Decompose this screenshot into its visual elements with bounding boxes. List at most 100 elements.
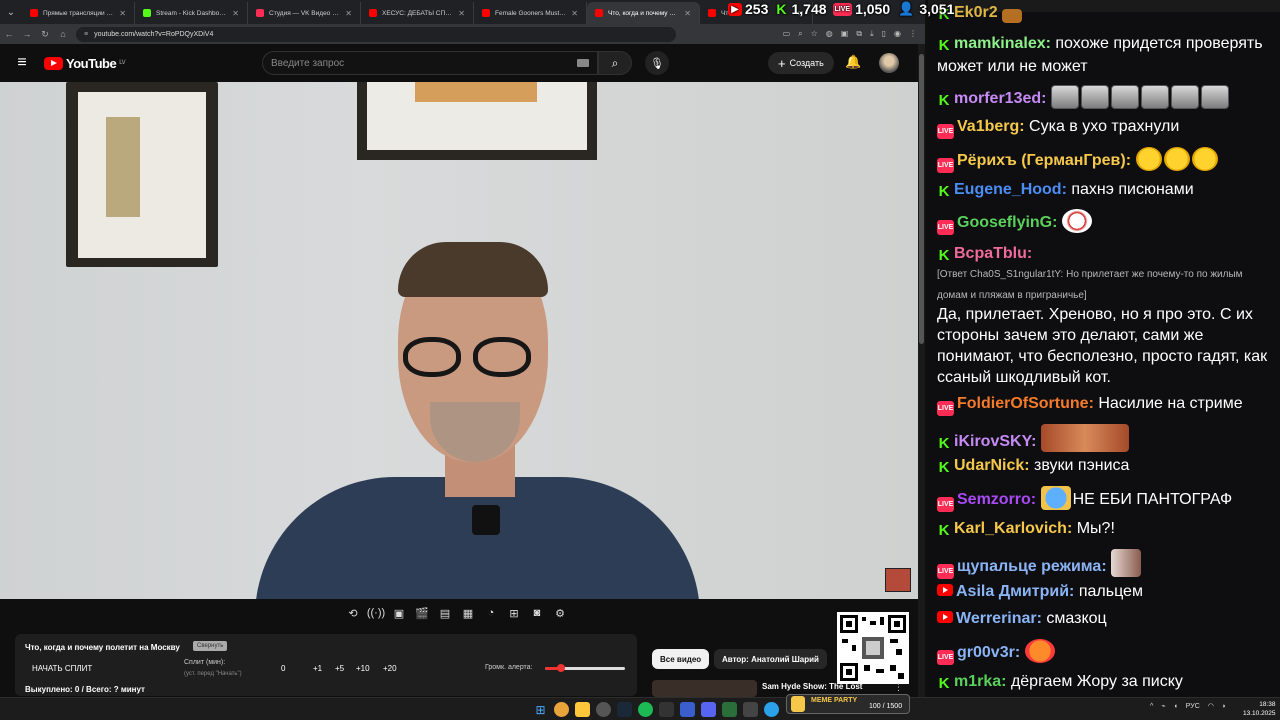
scrollbar-thumb[interactable] <box>919 54 924 344</box>
chat-username[interactable]: iKirovSKY <box>954 433 1031 450</box>
create-button[interactable]: + Создать <box>768 52 834 74</box>
discord-icon[interactable] <box>701 702 716 717</box>
home-icon[interactable]: ⌂ <box>54 29 72 39</box>
chat-username[interactable]: BcpaTblu <box>954 245 1027 262</box>
speaker-icon[interactable]: ◗ <box>1222 703 1226 710</box>
reload-icon[interactable]: ↻ <box>36 29 54 40</box>
tab-close-icon[interactable]: ✕ <box>684 9 691 18</box>
settings-screen-icon[interactable]: ▣ <box>391 606 407 620</box>
browser-tab[interactable]: Stream - Kick Dashboard ✕ <box>135 2 248 24</box>
app-icon-4[interactable] <box>743 702 758 717</box>
gear-icon[interactable]: ⚙ <box>552 606 568 620</box>
app-icon-3[interactable] <box>722 702 737 717</box>
menu-kebab-icon[interactable]: ⋮ <box>909 29 917 39</box>
windows-start-icon[interactable]: ⊞ <box>533 702 548 717</box>
chat-username[interactable]: Va1berg <box>957 118 1019 135</box>
chat-username[interactable]: Werrerinar <box>956 610 1037 627</box>
network-icon[interactable]: ⌁ <box>1161 702 1165 710</box>
chat-username[interactable]: gr00v3r <box>957 644 1015 661</box>
picture-in-picture-icon[interactable]: ▤ <box>437 606 453 620</box>
browser-tab[interactable]: Female Gooners Must Be Str ✕ <box>474 2 587 24</box>
cinema-mode-icon[interactable]: ▦ <box>460 606 476 620</box>
bookmark-icon[interactable]: ☆ <box>811 29 818 39</box>
increment-button-5[interactable]: +5 <box>335 664 344 673</box>
steam-icon[interactable] <box>617 702 632 717</box>
chat-username[interactable]: Semzorro <box>957 491 1031 508</box>
back-icon[interactable]: ← <box>0 29 18 39</box>
spotify-icon[interactable] <box>638 702 653 717</box>
wifi-icon[interactable]: ◠ <box>1208 702 1214 710</box>
browser-tab[interactable]: Что, когда и почему пол ✕ <box>587 2 700 24</box>
hamburger-menu-icon[interactable]: ≡ <box>0 54 44 72</box>
browser-tab[interactable]: Прямые трансляции - YouTube ✕ <box>22 2 135 24</box>
loop-icon[interactable]: ⟲ <box>345 606 361 620</box>
chat-username[interactable]: m1rka <box>954 673 1001 690</box>
user-avatar[interactable] <box>879 53 899 73</box>
add-screen-icon[interactable]: ⊞ <box>506 606 522 620</box>
voice-search-button[interactable]: 🎙 <box>645 51 669 75</box>
chat-username[interactable]: UdarNick <box>954 457 1024 474</box>
file-explorer-icon[interactable] <box>575 702 590 717</box>
tab-close-icon[interactable]: ✕ <box>571 9 578 18</box>
cast-icon[interactable]: ▭ <box>783 29 791 39</box>
tab-search-icon[interactable]: ⌄ <box>0 0 22 24</box>
screenshot-camera-icon[interactable]: ◙ <box>529 606 545 620</box>
chat-username[interactable]: morfer13ed <box>954 90 1041 107</box>
page-scrollbar[interactable] <box>918 44 925 697</box>
browser-tab[interactable]: Студия — VK Видео Live ✕ <box>248 2 361 24</box>
chat-username[interactable]: Asila Дмитрий <box>956 583 1069 600</box>
filter-all-videos[interactable]: Все видео <box>652 649 710 669</box>
chat-username[interactable]: mamkinalex <box>954 35 1046 52</box>
tab-close-icon[interactable]: ✕ <box>345 9 352 18</box>
clock[interactable]: 18:38 13.10.2025 <box>1243 700 1276 718</box>
increment-button-1[interactable]: +1 <box>313 664 322 673</box>
broadcast-icon[interactable]: ((·)) <box>367 606 385 620</box>
app-icon-2[interactable] <box>680 702 695 717</box>
more-options-icon[interactable]: ⋮ <box>894 682 903 693</box>
tray-chevron-icon[interactable]: ^ <box>1150 703 1153 710</box>
notifications-bell-icon[interactable]: 🔔 <box>845 54 861 70</box>
start-split-button[interactable]: НАЧАТЬ СПЛИТ <box>32 664 92 673</box>
minimize-button[interactable]: Свернуть <box>193 641 228 651</box>
obs-icon[interactable] <box>596 702 611 717</box>
app-icon-1[interactable] <box>659 702 674 717</box>
telegram-icon[interactable] <box>764 702 779 717</box>
recommended-video-thumbnail[interactable] <box>652 680 757 697</box>
increment-button-10[interactable]: +10 <box>356 664 370 673</box>
tab-close-icon[interactable]: ✕ <box>119 9 126 18</box>
speed-gauge-icon[interactable]: ◔ <box>483 606 499 620</box>
extensions-puzzle-icon[interactable]: ⧉ <box>856 29 862 39</box>
zoom-icon[interactable]: ⌕ <box>798 29 802 39</box>
download-icon[interactable]: ⤓ <box>870 29 874 39</box>
search-input[interactable]: Введите запрос <box>262 51 598 75</box>
alert-volume-slider[interactable] <box>545 664 625 672</box>
chat-username[interactable]: щупальце режима <box>957 558 1101 575</box>
extension-icon-2[interactable]: ▣ <box>841 29 849 39</box>
youtube-logo[interactable]: YouTube LV <box>44 56 126 71</box>
tab-close-icon[interactable]: ✕ <box>232 9 239 18</box>
search-button[interactable]: ⌕ <box>598 51 632 75</box>
extension-icon[interactable]: ◍ <box>826 29 833 39</box>
chat-username[interactable]: GooseflyinG <box>957 214 1052 231</box>
split-icon[interactable]: ▯ <box>882 29 886 39</box>
video-player[interactable] <box>0 82 918 599</box>
alert-volume-knob[interactable] <box>557 664 565 672</box>
chrome-icon[interactable] <box>554 702 569 717</box>
tab-close-icon[interactable]: ✕ <box>458 9 465 18</box>
chat-username[interactable]: FoldierOfSortune <box>957 395 1089 412</box>
profile-icon[interactable]: ◉ <box>894 29 901 39</box>
chat-username[interactable]: Karl_Karlovich <box>954 520 1067 537</box>
volume-icon[interactable]: ◖ <box>1174 703 1178 710</box>
chat-username[interactable]: Рёрихъ (ГерманГрев) <box>957 152 1126 169</box>
forward-icon[interactable]: → <box>18 29 36 39</box>
chat-username[interactable]: Eugene_Hood <box>954 181 1062 198</box>
filter-author[interactable]: Автор: Анатолий Шарий <box>714 649 827 669</box>
recommended-video-title[interactable]: Sam Hyde Show: The Lost <box>762 682 862 691</box>
clapperboard-icon[interactable]: 🎬 <box>414 606 430 620</box>
language-indicator[interactable]: РУС <box>1186 703 1200 710</box>
url-field[interactable]: ≡ youtube.com/watch?v=RoPDQyXDiV4 <box>76 26 676 42</box>
browser-tab[interactable]: ХЕСУС: ДЕБАТЫ СП6 1703 И ✕ <box>361 2 474 24</box>
keyboard-icon[interactable] <box>577 59 589 67</box>
site-info-icon[interactable]: ≡ <box>84 31 88 38</box>
increment-button-20[interactable]: +20 <box>383 664 397 673</box>
